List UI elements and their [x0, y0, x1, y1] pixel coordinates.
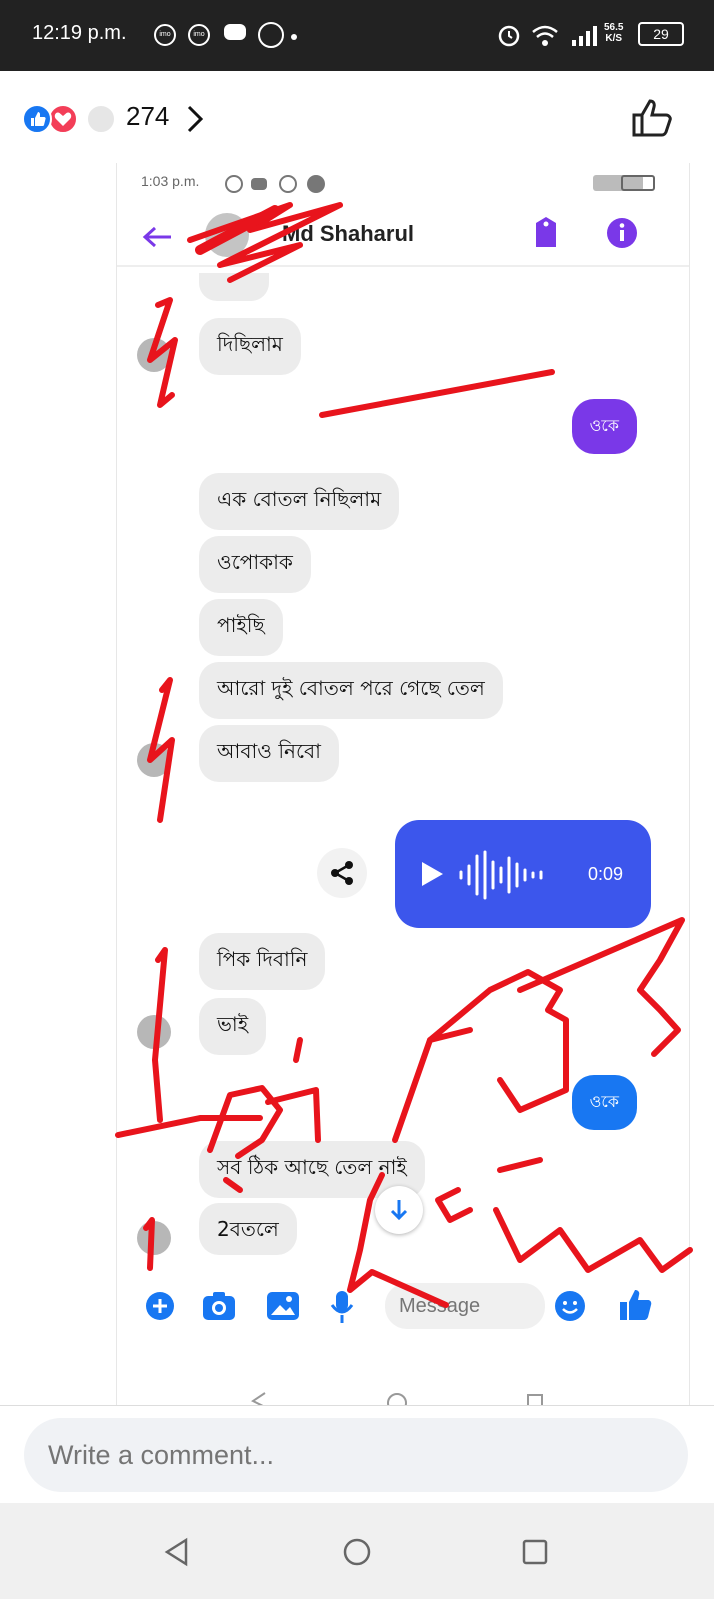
message-bubble: দিছিলাম [199, 318, 301, 375]
sender-avatar [137, 743, 171, 777]
message-bubble: 2বতলে [199, 1203, 297, 1255]
gallery-icon[interactable] [265, 1289, 301, 1323]
reaction-placeholder-icon [86, 104, 116, 134]
reaction-count[interactable]: 274 [126, 101, 169, 132]
message-bubble-sent: ওকে [571, 399, 637, 454]
arrow-down-icon [390, 1200, 408, 1221]
voice-duration: 0:09 [587, 864, 623, 884]
home-nav-icon[interactable] [342, 1537, 372, 1567]
microphone-icon[interactable] [329, 1289, 355, 1325]
imo-notification-icon: imo [154, 24, 176, 46]
alarm-icon [498, 25, 520, 47]
share-icon [331, 861, 353, 885]
system-navigation-bar [0, 1503, 714, 1599]
back-arrow-icon[interactable] [141, 225, 173, 249]
post-header: 274 [0, 71, 714, 163]
share-button[interactable] [317, 848, 367, 898]
love-reaction-icon [48, 104, 78, 134]
shared-screenshot: 1:03 p.m. Md Shaharul দিছিলাম ওকে এক বোত… [116, 163, 690, 1405]
message-bubble: পাইছি [199, 599, 283, 656]
back-nav-icon[interactable] [162, 1537, 192, 1567]
message-bubble: পিক দিবানি [199, 933, 326, 990]
message-bubble: ভাই [199, 998, 267, 1055]
inner-chat-icon [307, 175, 325, 193]
message-bubble: এক বোতল নিছিলাম [199, 473, 400, 530]
sender-avatar [137, 338, 171, 372]
contact-name[interactable]: Md Shaharul [282, 221, 414, 247]
gamepad-icon [224, 24, 246, 40]
inner-status-time: 1:03 p.m. [141, 173, 200, 189]
thumbs-up-icon[interactable] [617, 1287, 653, 1323]
more-notifications-dot [291, 34, 297, 40]
status-time: 12:19 p.m. [32, 22, 127, 44]
inner-home-nav-icon [387, 1393, 407, 1405]
network-speed: 56.5 K/S [604, 22, 624, 44]
chevron-right-icon[interactable] [186, 105, 204, 133]
inner-messenger-icon [279, 175, 297, 193]
like-reaction-icon [22, 104, 52, 134]
signal-icon [572, 26, 597, 46]
voice-message[interactable]: 0:09 [395, 820, 651, 928]
imo-notification-icon-2: imo [188, 24, 210, 46]
message-composer [117, 1263, 689, 1353]
contact-avatar[interactable] [205, 213, 249, 257]
sender-avatar [137, 1015, 171, 1049]
comment-bar [0, 1405, 714, 1503]
inner-recents-nav-icon [527, 1394, 543, 1405]
waveform-icon [459, 850, 543, 900]
inner-notification-icon [225, 175, 243, 193]
message-bubble-sent: ওকে [571, 1075, 637, 1130]
recents-nav-icon[interactable] [520, 1537, 550, 1567]
like-button-icon[interactable] [630, 97, 674, 139]
add-icon[interactable] [143, 1289, 177, 1323]
wifi-icon [532, 25, 558, 46]
status-bar: 12:19 p.m. imo imo 56.5 K/S 29 [0, 0, 714, 71]
scroll-to-bottom-button[interactable] [375, 1186, 423, 1234]
chat-header: Md Shaharul [117, 203, 689, 267]
camera-icon[interactable] [201, 1289, 237, 1323]
sender-avatar [137, 1221, 171, 1255]
play-icon[interactable] [419, 860, 445, 888]
messenger-icon [258, 22, 284, 48]
message-bubble: ওপোকাক [199, 536, 311, 593]
message-bubble: আরো দুই বোতল পরে গেছে তেল [199, 662, 503, 719]
inner-gamepad-icon [251, 178, 267, 190]
message-input[interactable] [385, 1283, 545, 1329]
message-bubble: আবাও নিবো [199, 725, 339, 782]
info-icon[interactable] [605, 216, 639, 250]
battery-indicator: 29 [638, 22, 684, 46]
tag-icon[interactable] [531, 215, 561, 251]
emoji-icon[interactable] [553, 1289, 587, 1323]
comment-input[interactable] [24, 1418, 688, 1492]
inner-back-nav-icon [251, 1392, 266, 1405]
inner-battery-icon [621, 175, 655, 191]
message-bubble-cut [199, 273, 269, 301]
